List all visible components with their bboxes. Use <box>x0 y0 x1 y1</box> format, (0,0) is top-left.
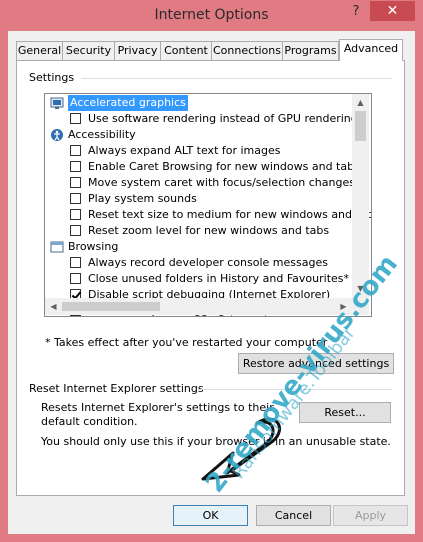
reset-group-divider <box>198 389 392 390</box>
restore-advanced-settings-button[interactable]: Restore advanced settings <box>238 353 394 374</box>
scroll-up-arrow-icon[interactable]: ▲ <box>352 94 369 111</box>
tab-connections[interactable]: Connections <box>211 41 283 60</box>
restart-note: * Takes effect after you've restarted yo… <box>45 336 328 349</box>
settings-checkbox[interactable] <box>70 113 81 124</box>
ok-button[interactable]: OK <box>173 505 248 526</box>
settings-option-label: Reset text size to medium for new window… <box>88 208 372 221</box>
settings-checkbox[interactable] <box>70 193 81 204</box>
tab-privacy[interactable]: Privacy <box>114 41 161 60</box>
help-button[interactable]: ? <box>346 4 366 22</box>
settings-option-label: Reset zoom level for new windows and tab… <box>88 224 330 237</box>
settings-checkbox[interactable] <box>70 209 81 220</box>
accessibility-icon <box>50 128 64 142</box>
settings-group-divider <box>81 78 392 79</box>
tab-advanced[interactable]: Advanced <box>339 39 403 61</box>
vertical-scroll-thumb[interactable] <box>355 111 366 141</box>
tab-programs[interactable]: Programs <box>282 41 339 60</box>
tab-security[interactable]: Security <box>62 41 115 60</box>
settings-option-label: Use software rendering instead of GPU re… <box>88 112 364 125</box>
settings-category-label: Accelerated graphics <box>68 95 188 111</box>
settings-checkbox[interactable] <box>70 225 81 236</box>
tab-content[interactable]: Content <box>160 41 212 60</box>
settings-checkbox[interactable] <box>70 161 81 172</box>
settings-checkbox[interactable] <box>70 273 81 284</box>
close-button[interactable]: ✕ <box>370 1 415 21</box>
settings-category-label: Browsing <box>68 240 119 253</box>
scroll-right-arrow-icon[interactable]: ▶ <box>335 298 352 315</box>
reset-button[interactable]: Reset... <box>299 402 391 423</box>
settings-option-label: Move system caret with focus/selection c… <box>88 176 355 189</box>
settings-option-label: Close unused folders in History and Favo… <box>88 272 350 285</box>
display-icon <box>50 96 64 110</box>
settings-list[interactable]: Accelerated graphics Use software renderi… <box>44 93 372 317</box>
title-bar[interactable]: Internet Options ? ✕ <box>0 0 423 30</box>
internet-options-window: Internet Options ? ✕ General Security Pr… <box>0 0 423 542</box>
horizontal-scrollbar[interactable]: ◀ ▶ <box>45 298 352 315</box>
close-icon: ✕ <box>386 3 399 19</box>
settings-option-label: Always expand ALT text for images <box>88 144 281 157</box>
advanced-tab-panel: Settings Accelerated graphics Use softwar… <box>16 60 405 496</box>
tab-general[interactable]: General <box>16 41 63 60</box>
scrollbar-corner <box>352 298 369 315</box>
browsing-icon <box>50 240 64 254</box>
settings-checkbox[interactable] <box>70 177 81 188</box>
settings-checkbox[interactable] <box>70 257 81 268</box>
vertical-scrollbar[interactable]: ▲ ▼ <box>352 94 369 314</box>
settings-group-label: Settings <box>29 71 75 84</box>
settings-category-label: Accessibility <box>68 128 136 141</box>
cancel-button[interactable]: Cancel <box>256 505 331 526</box>
watermark-arrow-icon <box>201 417 281 481</box>
dialog-client-area: General Security Privacy Content Connect… <box>8 31 415 534</box>
settings-option-label: Enable Caret Browsing for new windows an… <box>88 160 360 173</box>
scroll-left-arrow-icon[interactable]: ◀ <box>45 298 62 315</box>
apply-button[interactable]: Apply <box>333 505 408 526</box>
settings-option-label: Play system sounds <box>88 192 197 205</box>
scroll-down-arrow-icon[interactable]: ▼ <box>352 280 369 297</box>
reset-group-label: Reset Internet Explorer settings <box>29 382 204 395</box>
settings-option-label: Always record developer console messages <box>88 256 328 269</box>
horizontal-scroll-thumb[interactable] <box>62 302 160 311</box>
settings-checkbox[interactable] <box>70 145 81 156</box>
